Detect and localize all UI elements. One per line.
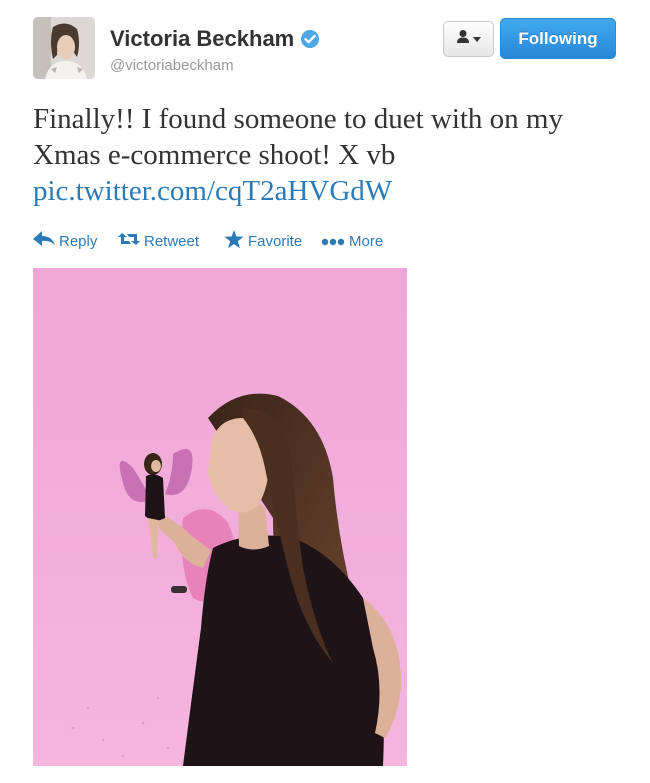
more-button[interactable]: More (321, 233, 383, 250)
retweet-button[interactable]: Retweet (118, 231, 224, 251)
tweet-photo[interactable] (33, 268, 407, 766)
display-name-text: Victoria Beckham (110, 26, 295, 51)
tweet-card: Victoria Beckham @victoriabeckham Follow… (0, 0, 650, 783)
retweet-label: Retweet (144, 232, 200, 250)
avatar[interactable] (33, 17, 95, 79)
tweet-text: Finally!! I found someone to duet with o… (33, 101, 633, 209)
reply-label: Reply (59, 232, 98, 250)
more-label: More (349, 232, 384, 250)
reply-button[interactable]: Reply (33, 231, 118, 251)
retweet-icon (118, 231, 140, 251)
ellipsis-icon (321, 233, 345, 250)
user-actions-dropdown[interactable] (443, 21, 494, 57)
person-icon (456, 29, 470, 50)
pic-link[interactable]: pic.twitter.com/cqT2aHVGdW (33, 175, 392, 207)
star-icon (224, 229, 244, 253)
following-button[interactable]: Following (500, 18, 616, 59)
favorite-button[interactable]: Favorite (224, 229, 321, 253)
tweet-actions: Reply Retweet Favorite More (33, 229, 383, 253)
caret-down-icon (473, 30, 481, 48)
display-name[interactable]: Victoria Beckham (110, 26, 320, 55)
favorite-label: Favorite (248, 232, 303, 250)
verified-badge-icon (300, 29, 320, 55)
screen-name[interactable]: @victoriabeckham (110, 57, 234, 74)
tweet-body: Finally!! I found someone to duet with o… (33, 103, 563, 171)
reply-icon (33, 231, 55, 251)
